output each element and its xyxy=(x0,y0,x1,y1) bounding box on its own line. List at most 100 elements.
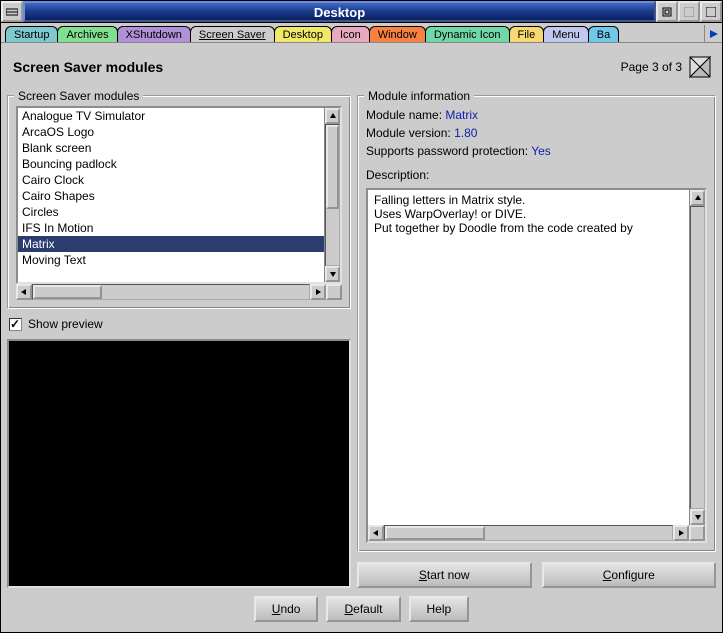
tab-archives[interactable]: Archives xyxy=(57,26,117,42)
list-item[interactable]: ArcaOS Logo xyxy=(18,124,324,140)
scroll-left-button[interactable] xyxy=(16,284,32,300)
dialog-body: Screen Saver modules Page 3 of 3 Screen … xyxy=(1,43,722,632)
system-menu-button[interactable] xyxy=(1,1,23,22)
tab-desktop[interactable]: Desktop xyxy=(274,26,332,42)
help-button[interactable]: Help xyxy=(409,596,470,622)
desc-hscrollbar[interactable] xyxy=(368,525,705,541)
close-button[interactable] xyxy=(700,1,722,22)
page-title: Screen Saver modules xyxy=(13,59,163,75)
list-item[interactable]: Cairo Clock xyxy=(18,172,324,188)
tab-row: StartupArchivesXShutdownScreen SaverDesk… xyxy=(1,23,722,43)
scroll-right-button[interactable] xyxy=(673,525,689,541)
scroll-track[interactable] xyxy=(690,206,705,509)
info-group: Module information Module name: Matrix M… xyxy=(357,95,716,552)
scroll-left-button[interactable] xyxy=(368,525,384,541)
list-item[interactable]: Matrix xyxy=(18,236,324,252)
hscroll-thumb[interactable] xyxy=(385,526,485,540)
arrow-right-icon xyxy=(314,288,322,296)
hscroll-thumb[interactable] xyxy=(33,285,102,299)
action-button-row: Start now Configure xyxy=(357,552,716,588)
module-name-line: Module name: Matrix xyxy=(366,106,707,124)
description-line: Falling letters in Matrix style. xyxy=(374,193,683,207)
description-line: Uses WarpOverlay! or DIVE. xyxy=(374,207,683,221)
maximize-button[interactable] xyxy=(678,1,700,22)
module-version-label: Module version: xyxy=(366,126,451,140)
description-box: Falling letters in Matrix style.Uses War… xyxy=(366,188,707,543)
maximize-icon xyxy=(684,7,694,17)
module-name-label: Module name: xyxy=(366,108,442,122)
list-item[interactable]: Bouncing padlock xyxy=(18,156,324,172)
content-area: Screen Saver modules Analogue TV Simulat… xyxy=(7,89,716,588)
preview-area xyxy=(7,339,351,588)
titlebar: Desktop xyxy=(1,1,722,23)
tab-ba[interactable]: Ba xyxy=(588,26,619,42)
module-pwd-value: Yes xyxy=(531,144,551,158)
arrow-down-icon xyxy=(694,513,702,521)
modules-listbox[interactable]: Analogue TV SimulatorArcaOS LogoBlank sc… xyxy=(16,106,342,284)
minimize-icon xyxy=(662,7,672,17)
module-version-value: 1.80 xyxy=(454,126,477,140)
scroll-up-button[interactable] xyxy=(325,108,340,124)
scroll-right-button[interactable] xyxy=(310,284,326,300)
scroll-corner xyxy=(689,525,705,541)
module-version-line: Module version: 1.80 xyxy=(366,124,707,142)
hscroll-track[interactable] xyxy=(384,525,673,541)
description-content: Falling letters in Matrix style.Uses War… xyxy=(368,190,689,525)
arrow-up-icon xyxy=(329,112,337,120)
right-column: Module information Module name: Matrix M… xyxy=(357,89,716,588)
arrow-up-icon xyxy=(694,194,702,202)
modules-group: Screen Saver modules Analogue TV Simulat… xyxy=(7,95,351,309)
list-item[interactable]: Analogue TV Simulator xyxy=(18,108,324,124)
list-item[interactable]: IFS In Motion xyxy=(18,220,324,236)
scroll-corner xyxy=(326,284,342,300)
arrow-right-icon xyxy=(677,529,685,537)
footer-buttons: Undo Default Help xyxy=(7,588,716,626)
scroll-up-button[interactable] xyxy=(690,190,705,206)
arrow-down-icon xyxy=(329,270,337,278)
tab-dynamic-icon[interactable]: Dynamic Icon xyxy=(425,26,510,42)
left-column: Screen Saver modules Analogue TV Simulat… xyxy=(7,89,351,588)
hscroll-track[interactable] xyxy=(32,284,310,300)
close-icon xyxy=(706,7,716,17)
arrow-left-icon xyxy=(372,529,380,537)
list-item[interactable]: Blank screen xyxy=(18,140,324,156)
window-title: Desktop xyxy=(23,1,656,22)
page-indicator: Page 3 of 3 xyxy=(621,60,682,74)
page-flip-icon[interactable] xyxy=(688,55,712,79)
show-preview-checkbox[interactable] xyxy=(9,318,22,331)
start-now-button[interactable]: Start now xyxy=(357,562,532,588)
system-menu-icon xyxy=(6,7,18,17)
scroll-down-button[interactable] xyxy=(690,509,705,525)
tab-xshutdown[interactable]: XShutdown xyxy=(117,26,191,42)
tab-icon[interactable]: Icon xyxy=(331,26,370,42)
module-pwd-line: Supports password protection: Yes xyxy=(366,142,707,160)
scroll-down-button[interactable] xyxy=(325,266,340,282)
tab-startup[interactable]: Startup xyxy=(5,26,58,42)
scroll-thumb[interactable] xyxy=(326,125,339,209)
undo-button[interactable]: Undo xyxy=(254,596,319,622)
tab-window[interactable]: Window xyxy=(369,26,426,42)
desc-vscrollbar[interactable] xyxy=(689,190,705,525)
configure-button[interactable]: Configure xyxy=(542,562,717,588)
list-item[interactable]: Circles xyxy=(18,204,324,220)
list-item[interactable]: Moving Text xyxy=(18,252,324,268)
list-item[interactable]: Cairo Shapes xyxy=(18,188,324,204)
tab-menu[interactable]: Menu xyxy=(543,26,589,42)
scroll-track[interactable] xyxy=(325,124,340,266)
minimize-button[interactable] xyxy=(656,1,678,22)
modules-vscrollbar[interactable] xyxy=(324,108,340,282)
page-header: Screen Saver modules Page 3 of 3 xyxy=(7,49,716,89)
default-button[interactable]: Default xyxy=(326,596,400,622)
modules-hscrollbar[interactable] xyxy=(16,284,342,300)
tab-scroll-right[interactable] xyxy=(704,25,722,42)
arrow-right-icon xyxy=(709,29,719,39)
arrow-left-icon xyxy=(20,288,28,296)
info-group-label: Module information xyxy=(364,89,474,103)
modules-list-content: Analogue TV SimulatorArcaOS LogoBlank sc… xyxy=(18,108,324,282)
tab-screen-saver[interactable]: Screen Saver xyxy=(190,26,275,43)
tab-file[interactable]: File xyxy=(509,26,545,42)
show-preview-label: Show preview xyxy=(28,317,103,331)
description-line: Put together by Doodle from the code cre… xyxy=(374,221,683,235)
show-preview-row: Show preview xyxy=(7,309,351,339)
description-label: Description: xyxy=(366,166,707,184)
